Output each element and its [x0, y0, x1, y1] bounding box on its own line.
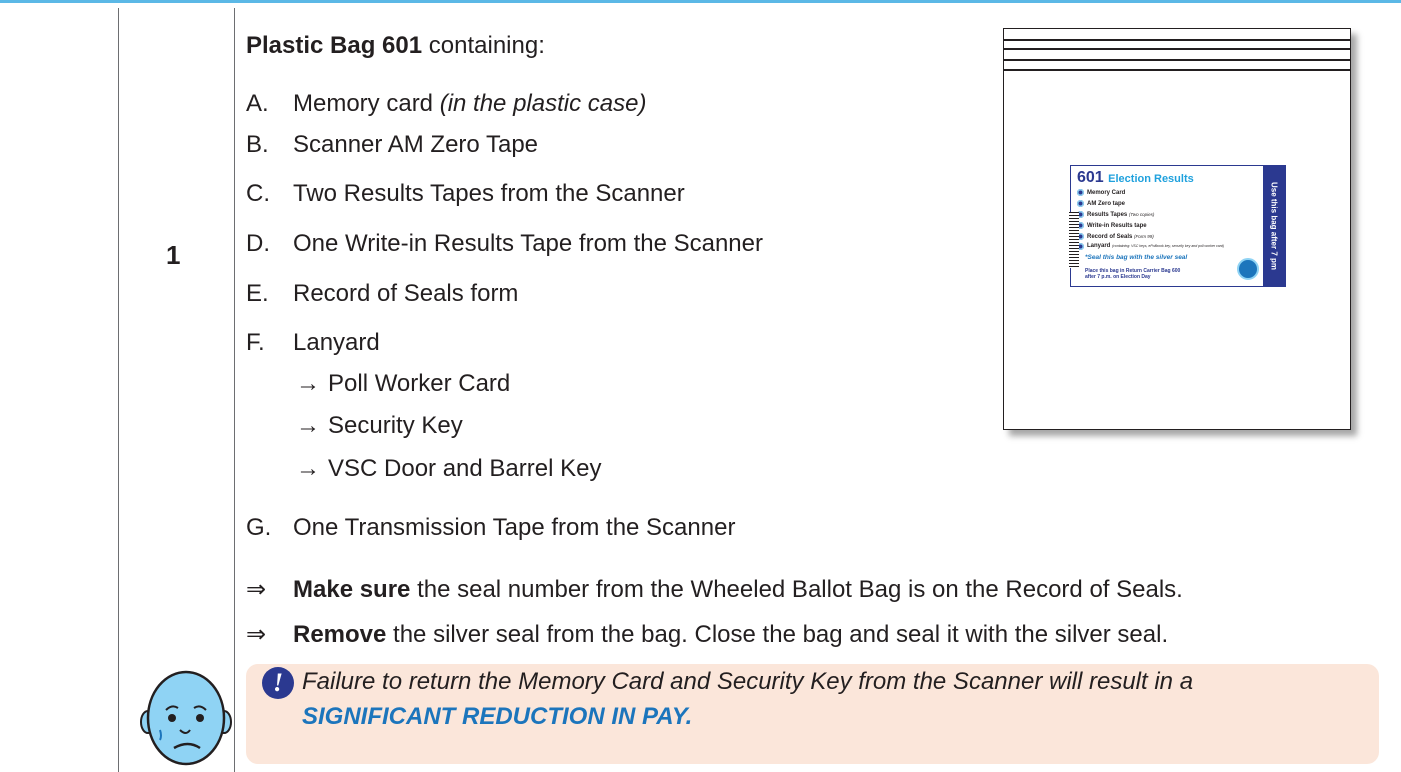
item-letter: C.	[246, 180, 270, 207]
bag-label-item: Write-in Results tape	[1077, 222, 1147, 229]
bag-label-title: Election Results	[1108, 173, 1194, 185]
item-letter: F.	[246, 329, 265, 356]
item-text: Memory card	[293, 90, 440, 117]
lanyard-item: → VSC Door and Barrel Key	[296, 454, 601, 484]
item-letter: B.	[246, 131, 269, 158]
instruction-bold: Make sure	[293, 576, 411, 603]
instruction-line: ⇒ Make sure the seal number from the Whee…	[246, 575, 1183, 605]
instruction-text: the seal number from the Wheeled Ballot …	[410, 576, 1183, 603]
list-item: D. One Write-in Results Tape from the Sca…	[246, 229, 763, 259]
bag-title: Plastic Bag 601	[246, 32, 423, 59]
list-item: B. Scanner AM Zero Tape	[246, 130, 538, 160]
list-item: A. Memory card (in the plastic case)	[246, 89, 646, 119]
list-item: F. Lanyard	[246, 328, 380, 358]
exclamation-icon: !	[262, 667, 294, 699]
column-divider	[234, 8, 235, 772]
item-text: Record of Seals form	[293, 280, 519, 307]
bag-label-side-band: Use this bag after 7 pm	[1263, 166, 1285, 286]
bag-label-place-note: Place this bag in Return Carrier Bag 600…	[1085, 268, 1181, 280]
bag-label-heading: 601 Election Results	[1077, 169, 1194, 187]
bag-label-side-text: Use this bag after 7 pm	[1269, 181, 1279, 271]
seal-logo-icon	[1237, 258, 1259, 280]
bag-label-item: Results Tapes (Two copies)	[1076, 211, 1155, 218]
lanyard-item-text: Security Key	[328, 412, 463, 439]
implies-arrow-icon: ⇒	[246, 621, 267, 648]
item-letter: E.	[246, 280, 269, 307]
warning-text: Failure to return the Memory Card and Se…	[302, 664, 1372, 734]
item-text: Lanyard	[293, 329, 380, 356]
zip-line	[1004, 48, 1350, 50]
zip-line	[1004, 69, 1350, 71]
arrow-icon: →	[296, 455, 320, 482]
bag-label-seal-note: *Seal this bag with the silver seal	[1085, 254, 1188, 261]
list-item: G. One Transmission Tape from the Scanner	[246, 513, 735, 543]
bag-label-item: Lanyard (containing: VSC keys, ePollbook…	[1076, 243, 1225, 250]
bag-illustration: 601 Election Results Memory Card AM Zero…	[1003, 28, 1351, 430]
item-text: Scanner AM Zero Tape	[293, 131, 539, 158]
instruction-line: ⇒ Remove the silver seal from the bag. Cl…	[246, 620, 1168, 650]
warning-message: Failure to return the Memory Card and Se…	[302, 668, 1194, 695]
item-letter: A.	[246, 90, 269, 117]
bag-heading: Plastic Bag 601 containing:	[246, 31, 545, 61]
barcode	[1069, 212, 1079, 268]
item-letter: G.	[246, 514, 272, 541]
bag-label-item: AM Zero tape	[1076, 200, 1126, 207]
worried-face-icon	[140, 670, 232, 766]
lanyard-item-text: Poll Worker Card	[328, 370, 511, 397]
bag-title-rest: containing:	[422, 32, 545, 59]
bag-label: 601 Election Results Memory Card AM Zero…	[1069, 165, 1286, 287]
arrow-icon: →	[296, 370, 320, 397]
arrow-icon: →	[296, 412, 320, 439]
bag-label-item: Record of Seals (Form 99)	[1077, 233, 1154, 240]
item-note: (in the plastic case)	[439, 90, 647, 117]
item-text: One Transmission Tape from the Scanner	[293, 514, 736, 541]
bag-label-item: Memory Card	[1076, 189, 1126, 196]
bag-label-number: 601	[1077, 169, 1104, 186]
warning-emphasis: SIGNIFICANT REDUCTION IN PAY.	[302, 703, 693, 730]
implies-arrow-icon: ⇒	[246, 576, 267, 603]
list-item: E. Record of Seals form	[246, 279, 518, 309]
instruction-bold: Remove	[293, 621, 387, 648]
item-text: One Write-in Results Tape from the Scann…	[293, 230, 763, 257]
item-text: Two Results Tapes from the Scanner	[293, 180, 685, 207]
step-number: 1	[166, 240, 181, 270]
column-divider	[118, 8, 119, 772]
list-item: C. Two Results Tapes from the Scanner	[246, 179, 685, 209]
item-letter: D.	[246, 230, 270, 257]
zip-line	[1004, 59, 1350, 61]
lanyard-item: → Poll Worker Card	[296, 369, 510, 399]
zip-line	[1004, 39, 1350, 41]
lanyard-item-text: VSC Door and Barrel Key	[328, 455, 602, 482]
instruction-text: the silver seal from the bag. Close the …	[386, 621, 1169, 648]
lanyard-item: → Security Key	[296, 411, 463, 441]
top-rule	[0, 0, 1401, 3]
